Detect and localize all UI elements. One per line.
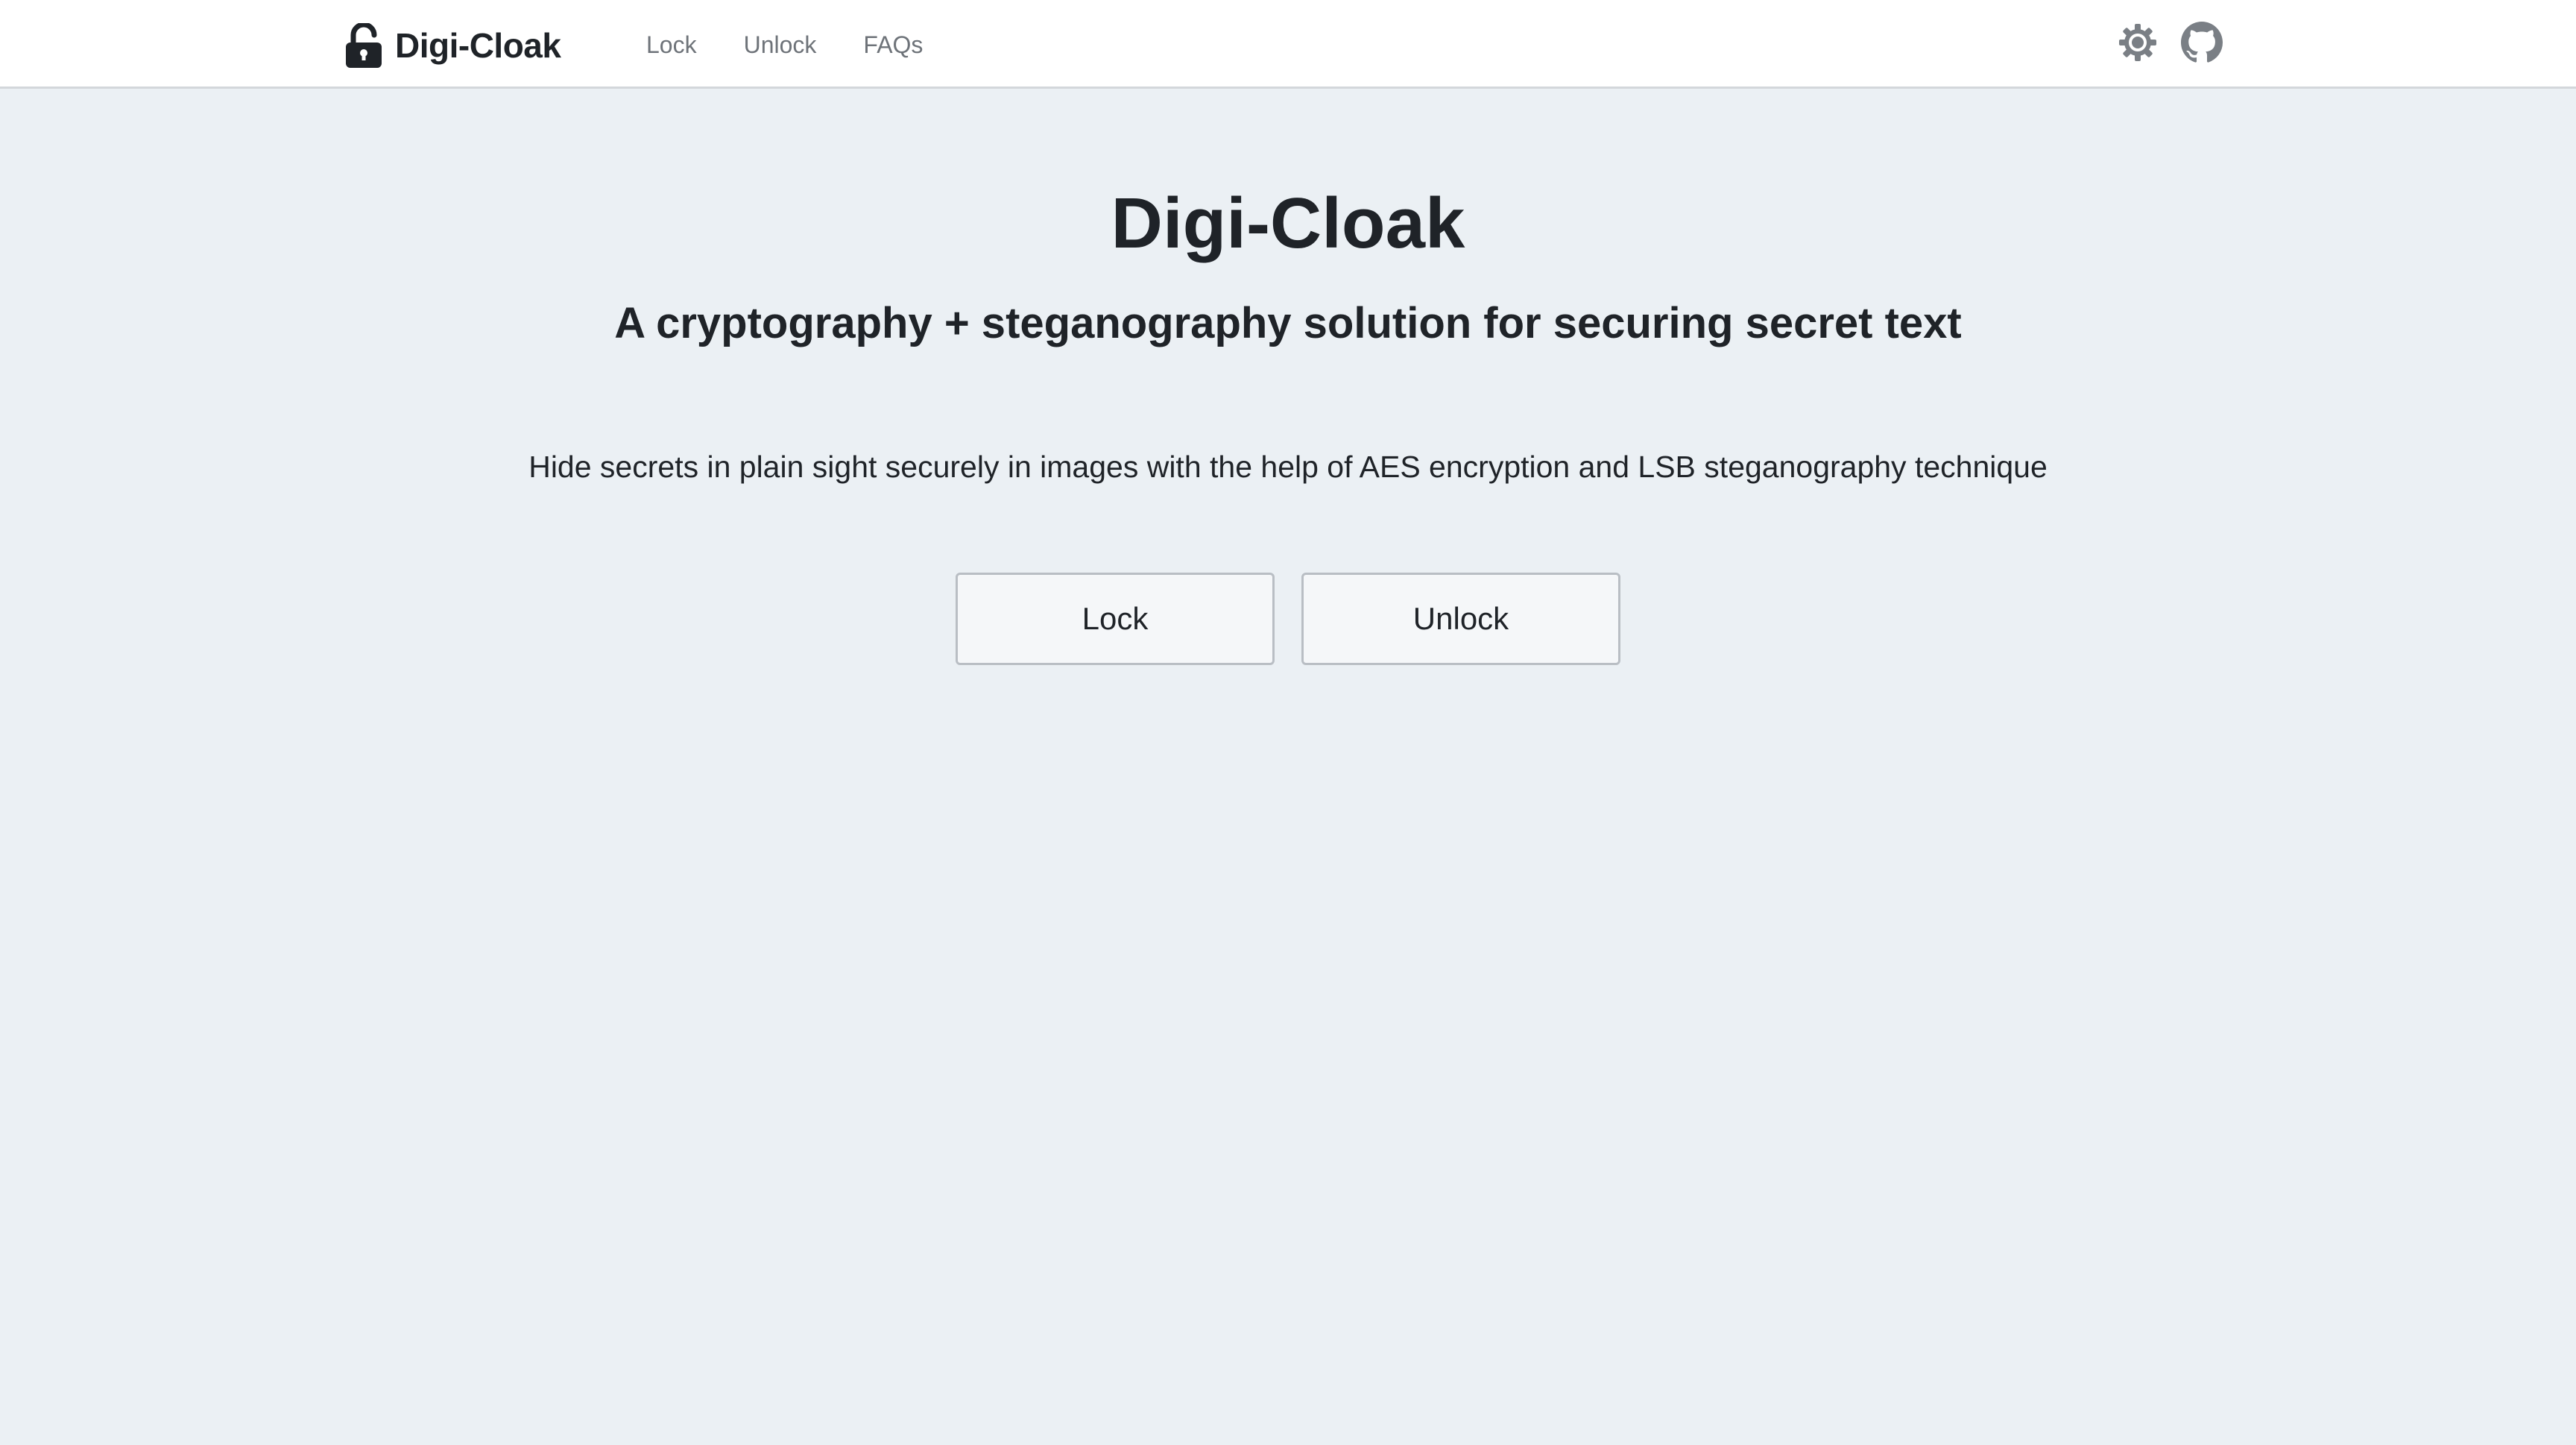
brand-name: Digi-Cloak bbox=[395, 26, 561, 65]
nav-link-lock[interactable]: Lock bbox=[646, 31, 697, 59]
navbar: Digi-Cloak Lock Unlock FAQs bbox=[0, 0, 2576, 89]
nav-link-faqs[interactable]: FAQs bbox=[863, 31, 923, 59]
action-buttons: Lock Unlock bbox=[956, 573, 1620, 665]
nav-link-unlock[interactable]: Unlock bbox=[744, 31, 817, 59]
page-description: Hide secrets in plain sight securely in … bbox=[528, 450, 2048, 484]
lock-button[interactable]: Lock bbox=[956, 573, 1275, 665]
nav-actions bbox=[2117, 19, 2245, 66]
nav-links: Lock Unlock FAQs bbox=[646, 27, 970, 63]
sun-icon[interactable] bbox=[2117, 22, 2159, 63]
brand-link[interactable]: Digi-Cloak bbox=[344, 21, 561, 70]
lock-open-icon bbox=[344, 23, 383, 68]
page-title: Digi-Cloak bbox=[1111, 183, 1465, 263]
github-icon[interactable] bbox=[2181, 22, 2223, 63]
page-subtitle: A cryptography + steganography solution … bbox=[614, 299, 1962, 347]
unlock-button[interactable]: Unlock bbox=[1301, 573, 1620, 665]
